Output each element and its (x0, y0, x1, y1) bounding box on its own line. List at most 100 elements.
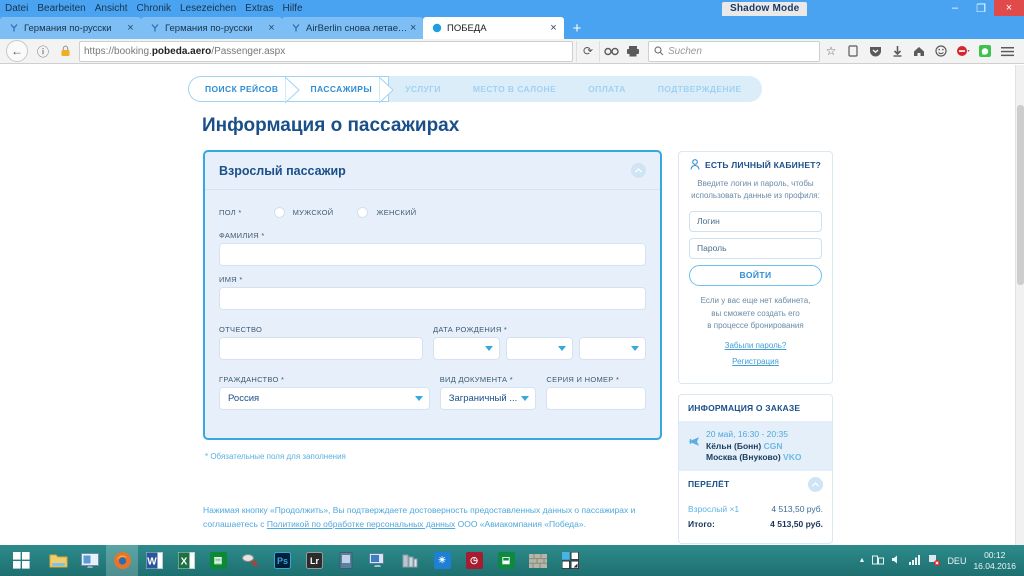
taskbar-word-icon[interactable]: W (138, 545, 170, 576)
password-input[interactable]: Пароль (689, 237, 822, 259)
whatsapp-icon[interactable] (974, 40, 996, 62)
home-icon[interactable] (908, 40, 930, 62)
reload-button[interactable]: ⟳ (576, 40, 600, 62)
dob-month-select[interactable] (506, 337, 573, 360)
window-minimize-button[interactable]: – (942, 0, 968, 16)
tray-action-center-icon[interactable] (928, 554, 941, 568)
docnumber-input[interactable] (546, 387, 646, 410)
menu-item-hilfe[interactable]: Hilfe (283, 3, 303, 14)
tray-language[interactable]: DEU (947, 556, 966, 566)
menu-item-bearbeiten[interactable]: Bearbeiten (37, 3, 85, 14)
scrollbar-thumb[interactable] (1017, 105, 1024, 285)
taskbar-calculator-icon[interactable]: ▤ (202, 545, 234, 576)
taskbar-snipping-tool-icon[interactable] (234, 545, 266, 576)
dob-label: ДАТА РОЖДЕНИЯ * (433, 325, 508, 334)
step-flight-search[interactable]: ПОИСК РЕЙСОВ (188, 76, 301, 103)
tab-close-icon[interactable]: × (124, 22, 137, 34)
privacy-policy-link[interactable]: Политикой по обработке персональных данн… (267, 519, 455, 529)
user-icon (690, 158, 700, 172)
address-bar[interactable]: https://booking.pobeda.aero/Passenger.as… (79, 40, 573, 62)
browser-tab-2[interactable]: Германия по-русски × (141, 17, 282, 39)
step-seat-selection[interactable]: МЕСТО В САЛОНЕ (456, 76, 578, 102)
browser-tab-1[interactable]: Германия по-русски × (0, 17, 141, 39)
taskbar-defrag-icon[interactable] (394, 545, 426, 576)
step-passengers[interactable]: ПАССАЖИРЫ (294, 76, 394, 103)
bookmark-star-icon[interactable]: ☆ (820, 40, 842, 62)
tray-clock[interactable]: 00:12 16.04.2016 (973, 550, 1016, 571)
middlename-input[interactable] (219, 337, 423, 360)
menu-item-chronik[interactable]: Chronik (137, 3, 171, 14)
tray-network-icon[interactable] (872, 554, 885, 568)
account-panel-header: ЕСТЬ ЛИЧНЫЙ КАБИНЕТ? (679, 152, 832, 178)
taskbar-photoshop-icon[interactable]: Ps (266, 545, 298, 576)
page-scrollbar[interactable] (1015, 65, 1024, 545)
register-link[interactable]: Регистрация (689, 357, 822, 366)
new-tab-button[interactable]: + (564, 17, 590, 39)
taskbar-firewall-icon[interactable] (522, 545, 554, 576)
doctype-select[interactable]: Заграничный ... (439, 387, 537, 410)
taskbar-brightness-icon[interactable]: ☀ (426, 545, 458, 576)
chevron-up-icon[interactable] (631, 163, 646, 178)
step-payment[interactable]: ОПЛАТА (572, 76, 647, 102)
taskbar-alarm-clock-icon[interactable]: ◷ (458, 545, 490, 576)
reading-list-icon[interactable] (842, 40, 864, 62)
dob-day-select[interactable] (433, 337, 500, 360)
tab-close-icon[interactable]: × (265, 22, 278, 34)
flight-origin: Кёльн (Бонн) CGN (706, 441, 783, 452)
tab-favicon-icon (290, 23, 301, 34)
taskbar-firefox-icon[interactable] (106, 545, 138, 576)
gender-radio-male[interactable] (273, 206, 285, 218)
window-maximize-button[interactable]: ❐ (968, 0, 994, 16)
lastname-input[interactable] (219, 243, 646, 266)
tab-close-icon[interactable]: × (547, 22, 560, 34)
window-close-button[interactable]: × (994, 0, 1024, 16)
search-input[interactable]: Suchen (648, 40, 820, 62)
menu-item-ansicht[interactable]: Ansicht (95, 3, 128, 14)
adblock-icon[interactable] (952, 40, 974, 62)
chevron-up-icon[interactable] (808, 476, 823, 492)
step-services[interactable]: УСЛУГИ (389, 76, 462, 102)
browser-tab-4-pobeda[interactable]: ПОБЕДА × (423, 17, 564, 39)
dob-year-select[interactable] (579, 337, 646, 360)
tray-volume-icon[interactable] (891, 554, 902, 567)
step-confirmation[interactable]: ПОДТВЕРЖДЕНИЕ (641, 76, 762, 102)
flight-datetime: 20 май, 16:30 - 20:35 (706, 429, 788, 440)
chat-icon[interactable] (930, 40, 952, 62)
tab-close-icon[interactable]: × (407, 22, 419, 34)
taskbar-tiles-icon[interactable] (554, 545, 586, 576)
glasses-icon[interactable] (600, 40, 622, 62)
menu-item-datei[interactable]: Datei (5, 3, 28, 14)
taskbar-store-icon[interactable]: ⬓ (490, 545, 522, 576)
firstname-input[interactable] (219, 287, 646, 310)
login-submit-button[interactable]: ВОЙТИ (689, 264, 822, 286)
taskbar-lightroom-icon[interactable]: Lr (298, 545, 330, 576)
fare-breakdown: Взрослый ×1 4 513,50 руб. Итого: 4 513,5… (679, 497, 832, 543)
menu-icon[interactable] (996, 40, 1018, 62)
download-icon[interactable] (886, 40, 908, 62)
tray-expand-icon[interactable]: ▲ (859, 557, 866, 564)
tray-signal-icon[interactable] (909, 554, 921, 567)
account-note-line-2: вы сможете создать его (711, 308, 800, 318)
taskbar-file-explorer-icon[interactable] (42, 545, 74, 576)
pocket-icon[interactable] (864, 40, 886, 62)
forgot-password-link[interactable]: Забыли пароль? (689, 341, 822, 350)
login-input[interactable]: Логин (689, 210, 822, 232)
menu-item-extras[interactable]: Extras (245, 3, 273, 14)
lock-warning-icon[interactable] (54, 40, 76, 62)
windows-start-icon[interactable] (0, 545, 42, 576)
back-button[interactable]: ← (6, 40, 28, 62)
tab-favicon-icon (149, 23, 160, 34)
menu-item-lesezeichen[interactable]: Lesezeichen (180, 3, 236, 14)
taskbar-excel-icon[interactable]: X (170, 545, 202, 576)
doctype-field: ВИД ДОКУМЕНТА * Заграничный ... (439, 369, 537, 410)
print-icon[interactable] (622, 40, 644, 62)
taskbar-app-icon[interactable] (330, 545, 362, 576)
taskbar-remote-desktop-icon[interactable] (74, 545, 106, 576)
gender-row: ПОЛ * МУЖСКОЙ ЖЕНСКИЙ (219, 202, 646, 222)
page-info-icon[interactable]: ⓘ (32, 40, 54, 62)
passenger-card: Взрослый пассажир ПОЛ * МУЖСКОЙ ЖЕНСКИЙ … (203, 150, 662, 440)
taskbar-display-settings-icon[interactable] (362, 545, 394, 576)
gender-radio-female[interactable] (357, 206, 369, 218)
citizenship-select[interactable]: Россия (219, 387, 430, 410)
browser-tab-3[interactable]: AirBerlin снова летает в ... × (282, 17, 423, 39)
